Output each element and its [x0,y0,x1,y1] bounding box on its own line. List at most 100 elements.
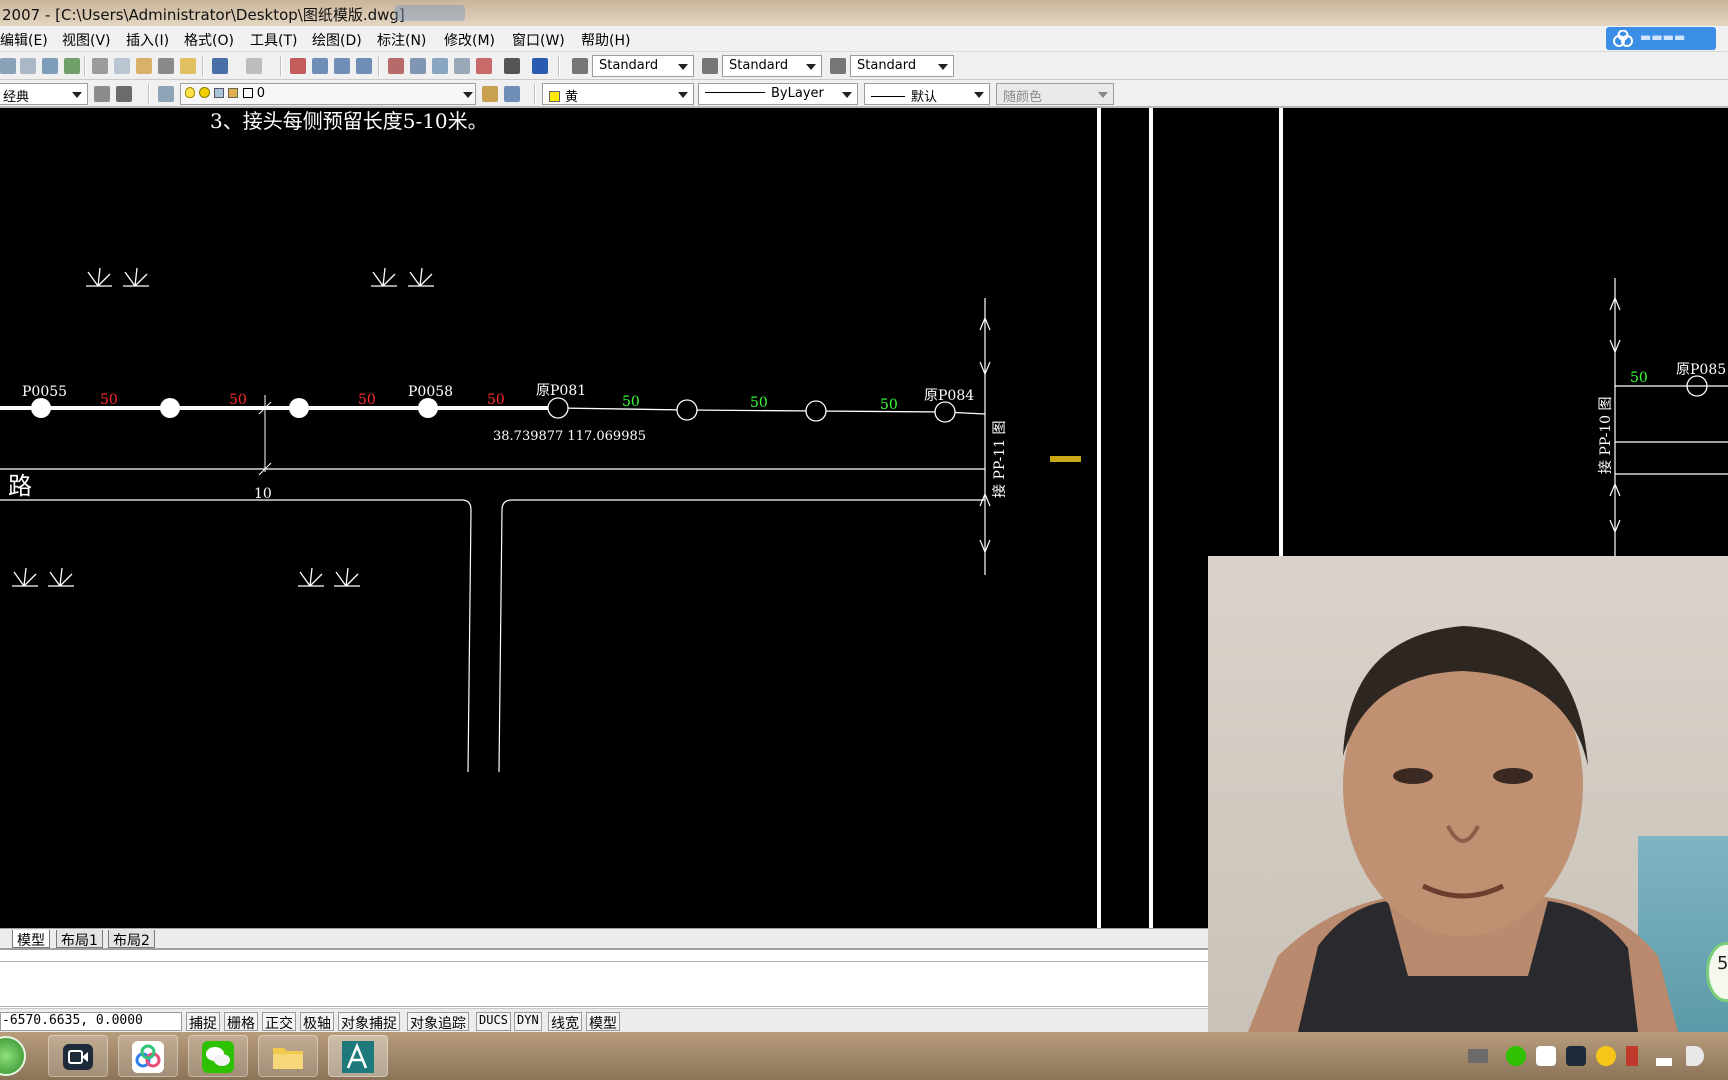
save-workspace-icon[interactable] [116,86,132,102]
pole-marker-hollow [934,401,956,423]
menu-draw[interactable]: 绘图(D) [312,30,362,50]
cut-icon[interactable] [92,58,108,74]
lineweight-toggle[interactable]: 线宽 [548,1012,582,1032]
menu-tools[interactable]: 工具(T) [250,30,297,50]
menu-help[interactable]: 帮助(H) [581,30,630,50]
layer-manager-icon[interactable] [158,86,174,102]
grid-toggle[interactable]: 栅格 [224,1012,258,1032]
security-tray-icon[interactable] [1596,1046,1616,1066]
taskbar-autocad[interactable] [328,1035,388,1077]
span-label-red: 50 [229,392,247,408]
keyboard-icon[interactable] [1468,1049,1488,1063]
tab-layout1[interactable]: 布局1 [56,930,103,949]
layer-unlocked-icon [214,88,225,98]
markup-icon[interactable] [476,58,492,74]
grass-icon [298,567,324,587]
osnap-toggle[interactable]: 对象捕捉 [338,1012,400,1032]
folder-icon [273,1048,303,1069]
redo-icon[interactable] [246,58,262,74]
polar-toggle[interactable]: 极轴 [300,1012,334,1032]
copy-icon[interactable] [114,58,130,74]
menu-insert[interactable]: 插入(I) [126,30,169,50]
layer-select[interactable]: 0 [180,83,476,105]
grass-icon [408,267,434,287]
text-style-select[interactable]: Standard [592,55,694,77]
snap-toggle[interactable]: 捕捉 [186,1012,220,1032]
tool-palettes-icon[interactable] [432,58,448,74]
cloud-sync-button[interactable]: ▬▬▬▬ [1606,27,1716,50]
network-icon[interactable] [1656,1046,1672,1066]
sheet-set-icon[interactable] [454,58,470,74]
battery-icon[interactable] [1626,1046,1638,1066]
menu-bar: 编辑(E) 视图(V) 插入(I) 格式(O) 工具(T) 绘图(D) 标注(N… [0,26,1728,52]
pole-marker-hollow [547,397,569,419]
taskbar-video-app[interactable] [48,1035,108,1077]
otrack-toggle[interactable]: 对象追踪 [407,1012,469,1032]
taskbar-file-explorer[interactable] [258,1035,318,1077]
status-bar: -6570.6635, 0.0000 捕捉 栅格 正交 极轴 对象捕捉 对象追踪… [0,1008,1210,1032]
volume-icon[interactable] [1686,1046,1704,1066]
linetype-select[interactable]: ByLayer [698,83,858,105]
paste-icon[interactable] [136,58,152,74]
print-icon[interactable] [42,58,58,74]
pole-marker [418,398,438,418]
tab-layout2[interactable]: 布局2 [108,930,155,949]
table-style-icon[interactable] [830,58,846,74]
make-layer-current-icon[interactable] [482,86,498,102]
dim-style-icon[interactable] [702,58,718,74]
grass-icon [86,267,112,287]
open-icon[interactable] [0,58,16,74]
ducs-toggle[interactable]: DUCS [476,1012,511,1031]
wechat-tray-icon[interactable] [1506,1046,1526,1066]
video-camera-icon [63,1044,93,1070]
workspace-settings-icon[interactable] [94,86,110,102]
design-center-icon[interactable] [410,58,426,74]
color-select[interactable]: 黄 [542,83,694,105]
menu-view[interactable]: 视图(V) [62,30,111,50]
coordinate-readout: -6570.6635, 0.0000 [0,1012,182,1031]
pan-icon[interactable] [290,58,306,74]
menu-format[interactable]: 格式(O) [184,30,234,50]
dim-style-select[interactable]: Standard [722,55,822,77]
menu-edit[interactable]: 编辑(E) [0,30,48,50]
start-button[interactable] [0,1036,26,1076]
span-label-green: 50 [622,394,640,410]
text-style-icon[interactable] [572,58,588,74]
span-label-green: 50 [1630,370,1648,386]
menu-modify[interactable]: 修改(M) [444,30,495,50]
baidu-tray-icon[interactable] [1536,1046,1556,1066]
grass-icon [334,567,360,587]
autocad-icon [342,1041,374,1073]
save-icon[interactable] [20,58,36,74]
match-prop-icon[interactable] [158,58,174,74]
layer-previous-icon[interactable] [504,86,520,102]
command-line[interactable] [0,948,1210,1008]
taskbar-baidu-cloud[interactable] [118,1035,178,1077]
ortho-toggle[interactable]: 正交 [262,1012,296,1032]
zoom-window-icon[interactable] [334,58,350,74]
cloud-blurred-text: ▬▬▬▬ [1640,30,1686,44]
pole-marker-hollow [676,399,698,421]
video-tray-icon[interactable] [1566,1046,1586,1066]
span-label-green: 50 [880,397,898,413]
taskbar [0,1032,1728,1080]
taskbar-wechat[interactable] [188,1035,248,1077]
pole-marker [160,398,180,418]
help-icon[interactable] [532,58,548,74]
menu-dimension[interactable]: 标注(N) [377,30,426,50]
tab-model[interactable]: 模型 [12,930,50,949]
zoom-previous-icon[interactable] [356,58,372,74]
dyn-toggle[interactable]: DYN [514,1012,542,1031]
webcam-overlay [1208,556,1728,1032]
undo-icon[interactable] [212,58,228,74]
menu-window[interactable]: 窗口(W) [512,30,565,50]
calculator-icon[interactable] [504,58,520,74]
table-style-select[interactable]: Standard [850,55,954,77]
workspace-select[interactable]: 经典 [0,83,88,105]
zoom-realtime-icon[interactable] [312,58,328,74]
model-toggle[interactable]: 模型 [586,1012,620,1032]
properties-icon[interactable] [388,58,404,74]
lineweight-select[interactable]: 默认 [864,83,990,105]
publish-icon[interactable] [64,58,80,74]
block-editor-icon[interactable] [180,58,196,74]
